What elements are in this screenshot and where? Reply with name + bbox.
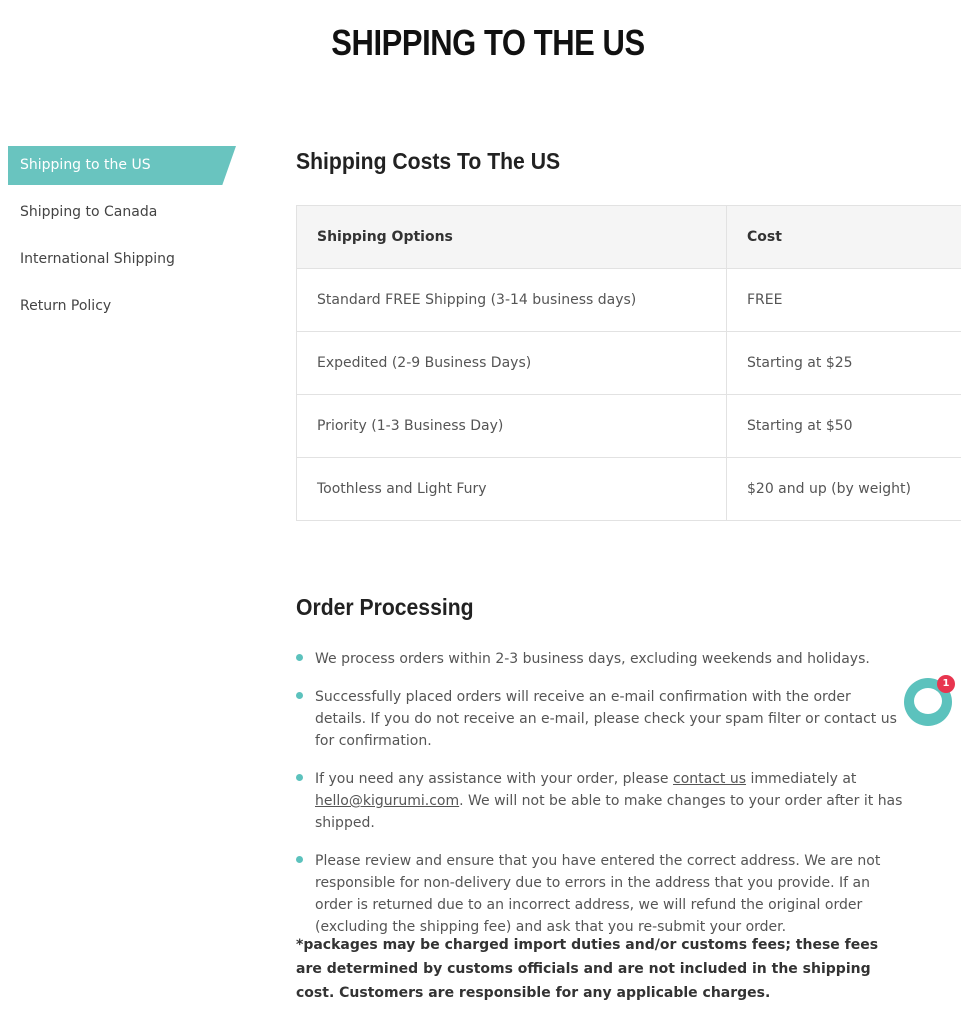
list-item: Please review and ensure that you have e… xyxy=(296,850,906,938)
sidebar-item-shipping-us[interactable]: Shipping to the US xyxy=(8,146,236,185)
column-header-options: Shipping Options xyxy=(296,205,727,269)
bullet-dot-icon xyxy=(296,774,303,781)
customs-note: *packages may be charged import duties a… xyxy=(296,937,879,1001)
sidebar-nav: Shipping to the US Shipping to Canada In… xyxy=(8,146,238,334)
table-row: Priority (1-3 Business Day) Starting at … xyxy=(296,394,961,458)
column-header-cost: Cost xyxy=(726,205,961,269)
sidebar-item-return-policy[interactable]: Return Policy xyxy=(8,287,238,326)
list-item: If you need any assistance with your ord… xyxy=(296,768,906,834)
shipping-costs-table: Shipping Options Cost Standard FREE Ship… xyxy=(296,205,961,521)
list-item-text: Successfully placed orders will receive … xyxy=(315,689,897,749)
chat-notification-badge: 1 xyxy=(937,675,955,693)
option-cell: Priority (1-3 Business Day) xyxy=(296,394,727,458)
option-cell: Expedited (2-9 Business Days) xyxy=(296,331,727,395)
bullet-dot-icon xyxy=(296,654,303,661)
cost-cell: Starting at $50 xyxy=(726,394,961,458)
list-item: Successfully placed orders will receive … xyxy=(296,686,906,752)
table-row: Toothless and Light Fury $20 and up (by … xyxy=(296,457,961,521)
sidebar-item-shipping-canada[interactable]: Shipping to Canada xyxy=(8,193,238,232)
table-row: Expedited (2-9 Business Days) Starting a… xyxy=(296,331,961,395)
order-processing-list: We process orders within 2-3 business da… xyxy=(296,648,906,954)
list-item-text-pre: If you need any assistance with your ord… xyxy=(315,771,673,787)
option-cell: Toothless and Light Fury xyxy=(296,457,727,521)
chat-bubble-icon xyxy=(914,688,942,714)
bullet-dot-icon xyxy=(296,692,303,699)
list-item-text-mid: immediately at xyxy=(746,771,857,787)
cost-cell: FREE xyxy=(726,268,961,332)
order-processing-heading: Order Processing xyxy=(296,594,474,620)
sidebar-item-international-shipping[interactable]: International Shipping xyxy=(8,240,238,279)
cost-cell: $20 and up (by weight) xyxy=(726,457,961,521)
page-title: SHIPPING TO THE US xyxy=(331,22,645,63)
contact-us-link[interactable]: contact us xyxy=(673,771,746,787)
list-item-text: Please review and ensure that you have e… xyxy=(315,853,881,935)
table-row: Standard FREE Shipping (3-14 business da… xyxy=(296,268,961,332)
list-item-text: We process orders within 2-3 business da… xyxy=(315,651,870,667)
email-link[interactable]: hello@kigurumi.com xyxy=(315,793,459,809)
table-header-row: Shipping Options Cost xyxy=(296,205,961,269)
shipping-costs-heading: Shipping Costs To The US xyxy=(296,148,561,174)
cost-cell: Starting at $25 xyxy=(726,331,961,395)
option-cell: Standard FREE Shipping (3-14 business da… xyxy=(296,268,727,332)
bullet-dot-icon xyxy=(296,856,303,863)
list-item: We process orders within 2-3 business da… xyxy=(296,648,906,670)
